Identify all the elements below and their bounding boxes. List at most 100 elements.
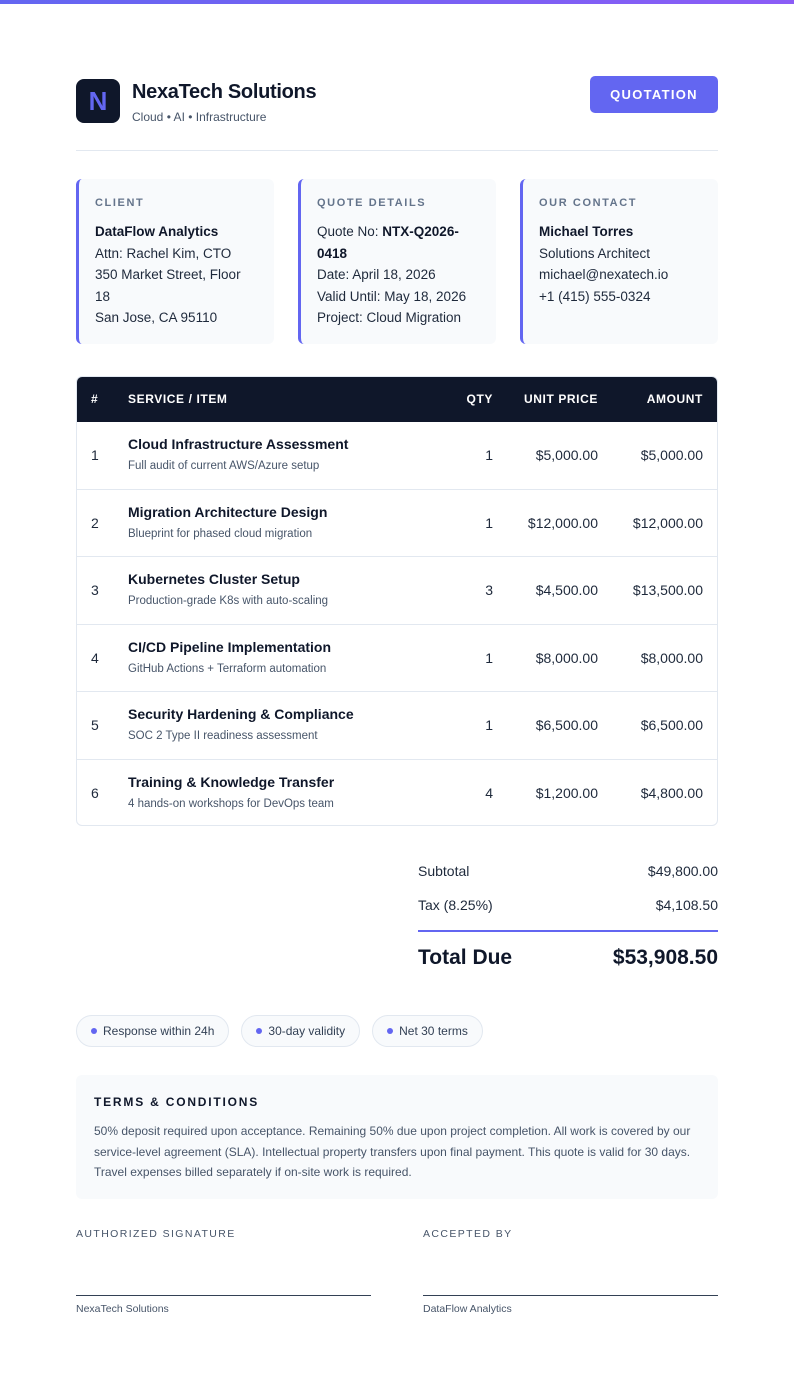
company-tagline: Cloud • AI • Infrastructure [132, 110, 267, 124]
row-amount: $12,000.00 [632, 514, 703, 531]
bullet-dot-icon [387, 1028, 394, 1034]
row-qty: 1 [485, 717, 493, 733]
header-amount: AMOUNT [646, 392, 703, 406]
pill-label: 30-day validity [268, 1024, 346, 1038]
quote-number-value-cont: 0418 [317, 245, 348, 261]
accepted-by-label: ACCEPTED BY [423, 1228, 513, 1240]
tax-label: Tax (8.25%) [418, 897, 493, 913]
row-qty: 1 [485, 514, 493, 531]
row-number: 5 [91, 717, 99, 733]
row-unit-price: $12,000.00 [527, 514, 598, 531]
table-row: 1 Cloud Infrastructure Assessment Full a… [77, 422, 717, 490]
pill-response-time: Response within 24h [76, 1015, 230, 1047]
client-card-title: CLIENT [95, 197, 145, 209]
table-row: 5 Security Hardening & Compliance SOC 2 … [77, 692, 717, 760]
contact-card-title: OUR CONTACT [539, 197, 638, 209]
authorized-signature-block: AUTHORIZED SIGNATURE NexaTech Solutions [76, 1228, 371, 1315]
row-item-name: Security Hardening & Compliance [128, 706, 354, 722]
accepted-by-block: ACCEPTED BY DataFlow Analytics [423, 1228, 718, 1315]
header-item: SERVICE / ITEM [128, 392, 228, 406]
total-due-row: Total Due $53,908.50 [418, 946, 718, 976]
signature-line[interactable] [423, 1295, 718, 1296]
client-attn: Attn: Rachel Kim, CTO [95, 245, 232, 261]
document-header: N NexaTech Solutions Cloud • AI • Infras… [76, 76, 718, 126]
row-number: 6 [91, 784, 99, 801]
row-item-description: SOC 2 Type II readiness assessment [128, 730, 318, 742]
company-logo: N [76, 79, 120, 123]
row-unit-price: $1,200.00 [535, 784, 598, 801]
feature-pills: Response within 24h 30-day validity Net … [76, 1015, 483, 1047]
table-header: # SERVICE / ITEM QTY UNIT PRICE AMOUNT [77, 377, 717, 422]
bullet-dot-icon [91, 1028, 97, 1034]
row-number: 2 [91, 514, 99, 531]
quotation-badge: QUOTATION [590, 76, 718, 113]
row-item-description: Production-grade K8s with auto-scaling [128, 595, 329, 607]
row-unit-price: $4,500.00 [535, 582, 598, 598]
contact-role: Solutions Architect [539, 245, 651, 261]
contact-name: Michael Torres [539, 224, 634, 239]
line-items-table: # SERVICE / ITEM QTY UNIT PRICE AMOUNT 1… [76, 376, 718, 826]
row-item-description: Full audit of current AWS/Azure setup [128, 460, 320, 472]
quote-number: Quote No: NTX-Q2026- [317, 221, 480, 243]
row-item-description: Blueprint for phased cloud migration [128, 527, 313, 540]
pill-payment-terms: Net 30 terms [372, 1015, 483, 1047]
totals-block: Subtotal $49,800.00 Tax (8.25%) $4,108.5… [418, 858, 718, 969]
totals-divider [418, 930, 718, 932]
row-amount: $6,500.00 [640, 717, 703, 733]
row-unit-price: $5,000.00 [535, 447, 598, 463]
pill-validity: 30-day validity [241, 1015, 361, 1047]
quote-date: Date: April 18, 2026 [317, 267, 436, 282]
table-row: 3 Kubernetes Cluster Setup Production-gr… [77, 557, 717, 625]
bullet-dot-icon [256, 1028, 263, 1034]
row-number: 4 [91, 649, 99, 666]
contact-phone: +1 (415) 555-0324 [539, 288, 651, 304]
row-item-name: Training & Knowledge Transfer [128, 773, 335, 790]
row-qty: 4 [485, 784, 493, 801]
client-name: DataFlow Analytics [95, 224, 219, 239]
pill-label: Response within 24h [103, 1024, 215, 1038]
header-qty: QTY [466, 392, 493, 406]
pill-label: Net 30 terms [399, 1024, 468, 1038]
row-amount: $5,000.00 [640, 447, 703, 463]
row-qty: 3 [485, 582, 493, 598]
total-due-value: $53,908.50 [612, 946, 718, 969]
terms-text: 50% deposit required upon acceptance. Re… [94, 1124, 691, 1179]
table-row: 4 CI/CD Pipeline Implementation GitHub A… [77, 625, 717, 692]
signature-line[interactable] [76, 1295, 371, 1296]
row-number: 3 [91, 582, 99, 598]
authorized-signer-name: NexaTech Solutions [76, 1303, 169, 1315]
row-unit-price: $8,000.00 [535, 649, 598, 666]
terms-section: TERMS & CONDITIONS 50% deposit required … [76, 1075, 718, 1199]
row-item-description: 4 hands-on workshops for DevOps team [128, 797, 334, 810]
quote-card-title: QUOTE DETAILS [317, 197, 427, 209]
table-row: 6 Training & Knowledge Transfer 4 hands-… [77, 760, 717, 826]
total-due-label: Total Due [418, 946, 513, 969]
quote-details-card: QUOTE DETAILS Quote No: NTX-Q2026- 0418 … [298, 179, 496, 344]
client-street: 350 Market Street, Floor [95, 267, 241, 282]
accepted-by-name: DataFlow Analytics [423, 1303, 512, 1315]
client-city: San Jose, CA 95110 [95, 310, 218, 325]
company-name: NexaTech Solutions [132, 81, 317, 103]
tax-row: Tax (8.25%) $4,108.50 [418, 892, 718, 926]
row-amount: $13,500.00 [632, 582, 703, 598]
contact-email[interactable]: michael@nexatech.io [539, 264, 702, 286]
row-qty: 1 [485, 447, 493, 463]
authorized-signature-label: AUTHORIZED SIGNATURE [76, 1228, 236, 1240]
row-number: 1 [91, 447, 99, 463]
quote-number-label: Quote No: [317, 224, 383, 239]
subtotal-label: Subtotal [418, 863, 470, 879]
quote-project: Project: Cloud Migration [317, 310, 462, 325]
header-divider [76, 150, 718, 151]
row-amount: $8,000.00 [640, 649, 703, 666]
client-street-cont: 18 [95, 288, 111, 304]
tax-value: $4,108.50 [655, 897, 718, 913]
table-row: 2 Migration Architecture Design Blueprin… [77, 490, 717, 557]
contact-card: OUR CONTACT Michael Torres Solutions Arc… [520, 179, 718, 344]
row-item-name: Cloud Infrastructure Assessment [128, 436, 349, 452]
header-unit-price: UNIT PRICE [523, 392, 598, 406]
row-unit-price: $6,500.00 [535, 717, 598, 733]
row-item-name: Migration Architecture Design [128, 503, 328, 520]
accent-top-bar [0, 0, 794, 4]
client-card: CLIENT DataFlow Analytics Attn: Rachel K… [76, 179, 274, 344]
subtotal-row: Subtotal $49,800.00 [418, 858, 718, 892]
